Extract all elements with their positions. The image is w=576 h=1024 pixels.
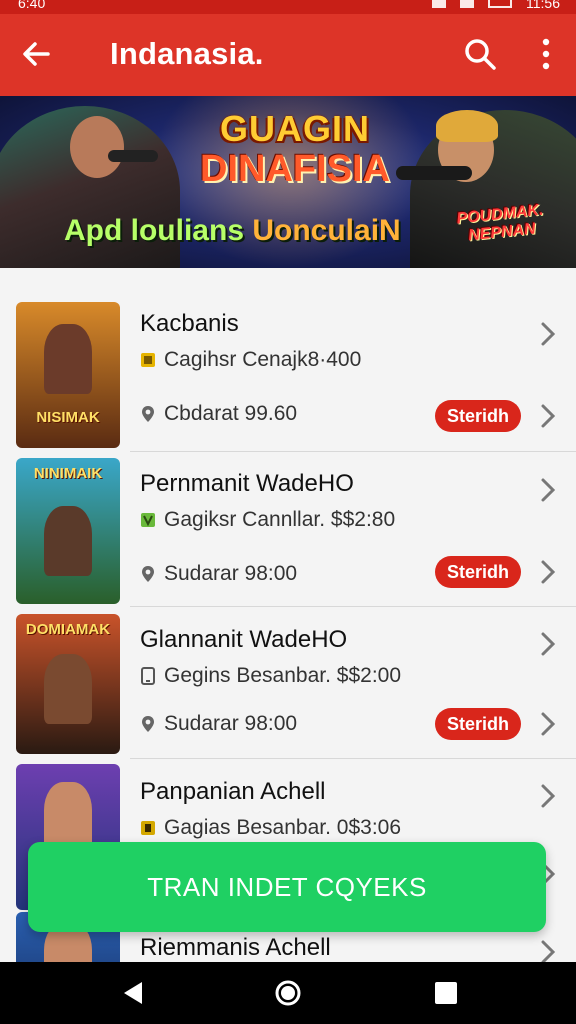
ticket-icon bbox=[141, 513, 155, 527]
nav-recents-icon[interactable] bbox=[431, 978, 461, 1008]
nav-back-icon[interactable] bbox=[118, 978, 148, 1008]
banner-character-right-hair bbox=[436, 110, 498, 142]
app-bar: Indanasia. bbox=[0, 14, 576, 96]
microphone-right bbox=[396, 166, 472, 180]
item-detail-row: Gagias Besanbar. 0$3:06 bbox=[140, 816, 401, 840]
item-location-row: Sudarar 98:00 bbox=[140, 712, 297, 736]
ticket-icon bbox=[141, 353, 155, 367]
system-nav-bar bbox=[0, 962, 576, 1024]
status-badge[interactable]: Steridh bbox=[435, 708, 521, 740]
item-thumbnail: DOMIAMAK bbox=[16, 614, 120, 754]
status-clock: 11:56 bbox=[526, 0, 560, 11]
item-name: Pernmanit WadeHO bbox=[140, 470, 354, 497]
signal-icon bbox=[460, 0, 474, 8]
chevron-right-icon[interactable] bbox=[538, 476, 558, 504]
search-icon[interactable] bbox=[462, 36, 498, 72]
list-item[interactable]: NINIMAIK Pernmanit WadeHO Gagiksr Cannll… bbox=[0, 452, 576, 604]
battery-icon bbox=[488, 0, 512, 8]
thumbnail-title: NINIMAIK bbox=[33, 465, 103, 482]
list-divider bbox=[130, 758, 576, 759]
item-detail-row: Gagiksr Cannllar. $$2:80 bbox=[140, 508, 395, 532]
item-detail: Gegins Besanbar. $$2:00 bbox=[164, 664, 402, 687]
item-name: Kacbanis bbox=[140, 310, 239, 337]
banner-logo-line2: DINAFISIA bbox=[200, 148, 390, 190]
microphone-left bbox=[108, 150, 158, 162]
item-location-row: Sudarar 98:00 bbox=[140, 562, 297, 586]
thumbnail-figure bbox=[44, 506, 92, 576]
status-bar: 6:40 11:56 bbox=[0, 0, 576, 14]
nav-home-icon[interactable] bbox=[273, 978, 303, 1008]
app-title: Indanasia. bbox=[110, 36, 264, 71]
status-icons: 11:56 bbox=[432, 0, 560, 10]
status-badge[interactable]: Steridh bbox=[435, 556, 521, 588]
thumbnail-title: DOMIAMAK bbox=[25, 621, 111, 638]
item-detail: Gagias Besanbar. 0$3:06 bbox=[164, 816, 402, 839]
location-pin-icon bbox=[142, 566, 154, 582]
ticket-icon bbox=[141, 821, 155, 835]
item-detail: Cagihsr Cenajk8·400 bbox=[164, 348, 362, 371]
chevron-right-icon[interactable] bbox=[538, 402, 558, 430]
item-location: Sudarar 98:00 bbox=[164, 712, 298, 735]
location-pin-icon bbox=[142, 716, 154, 732]
status-badge[interactable]: Steridh bbox=[435, 400, 521, 432]
chevron-right-icon[interactable] bbox=[538, 938, 558, 962]
chevron-right-icon[interactable] bbox=[538, 710, 558, 738]
item-location: Cbdarat 99.60 bbox=[164, 402, 298, 425]
item-detail-row: Cagihsr Cenajk8·400 bbox=[140, 348, 361, 372]
promo-banner[interactable]: GUAGIN DINAFISIA Apd loulians UonculaiN … bbox=[0, 96, 576, 268]
thumbnail-figure bbox=[44, 324, 92, 394]
banner-character-left-head bbox=[70, 116, 124, 178]
item-thumbnail: NINIMAIK bbox=[16, 458, 120, 604]
chevron-right-icon[interactable] bbox=[538, 320, 558, 348]
banner-caption-main: Apd loulians bbox=[64, 214, 244, 247]
list-divider bbox=[130, 606, 576, 607]
banner-caption-end: N bbox=[379, 214, 401, 247]
item-location: Sudarar 98:00 bbox=[164, 562, 298, 585]
item-name: Panpanian Achell bbox=[140, 778, 326, 805]
phone-icon bbox=[141, 667, 155, 685]
wifi-icon bbox=[432, 0, 446, 8]
thumbnail-title: NISIMAK bbox=[36, 409, 100, 426]
back-arrow-icon[interactable] bbox=[18, 36, 54, 72]
list-item[interactable]: DOMIAMAK Glannanit WadeHO Gegins Besanba… bbox=[0, 608, 576, 760]
banner-caption-tail: Uonculai bbox=[252, 214, 380, 247]
item-detail-row: Gegins Besanbar. $$2:00 bbox=[140, 664, 401, 688]
primary-action-button[interactable]: TRAN INDET CQYEKS bbox=[28, 842, 546, 932]
item-name: Glannanit WadeHO bbox=[140, 626, 348, 653]
thumbnail-figure bbox=[44, 654, 92, 724]
chevron-right-icon[interactable] bbox=[538, 630, 558, 658]
item-location-row: Cbdarat 99.60 bbox=[140, 402, 297, 426]
chevron-right-icon[interactable] bbox=[538, 558, 558, 586]
item-name: Riemmanis Achell bbox=[140, 934, 331, 961]
item-detail: Gagiksr Cannllar. $$2:80 bbox=[164, 508, 396, 531]
location-pin-icon bbox=[142, 406, 154, 422]
list-item[interactable]: NISIMAK Kacbanis Cagihsr Cenajk8·400 Cbd… bbox=[0, 292, 576, 448]
banner-logo-line1: GUAGIN bbox=[220, 108, 370, 149]
chevron-right-icon[interactable] bbox=[538, 782, 558, 810]
status-time: 6:40 bbox=[18, 0, 46, 11]
item-thumbnail: NISIMAK bbox=[16, 302, 120, 448]
banner-caption: Apd loulians UonculaiN bbox=[64, 214, 401, 248]
more-options-icon[interactable] bbox=[532, 36, 560, 72]
